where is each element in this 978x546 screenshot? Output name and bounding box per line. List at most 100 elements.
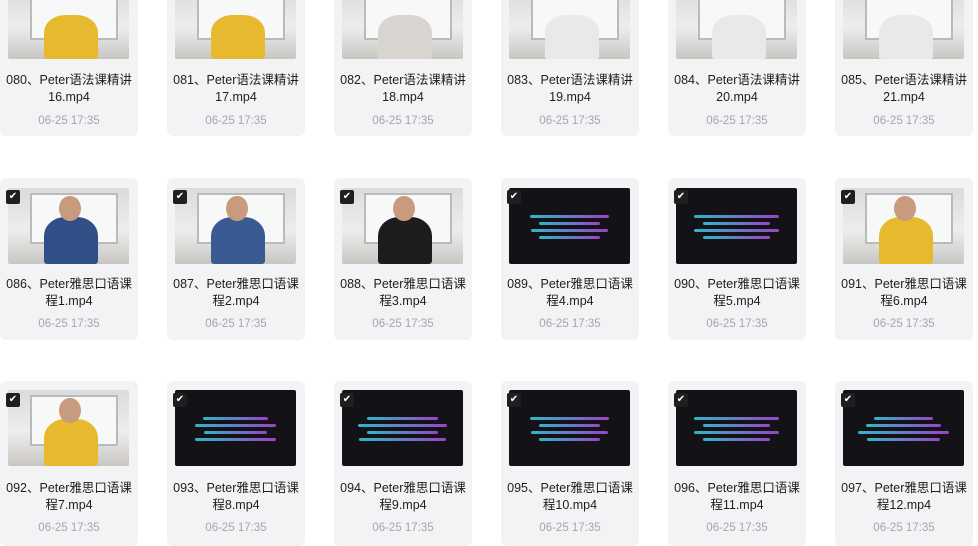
file-name: 093、Peter雅思口语课程8.mp4 (173, 481, 299, 512)
file-card[interactable]: 080、Peter语法课精讲16.mp4 06-25 17:35 (0, 0, 138, 136)
presenter-figure (211, 216, 265, 264)
file-card[interactable]: ✔ 096、Peter雅思口语课程11.mp4 06-25 17:35 (668, 381, 806, 546)
presenter-figure (378, 14, 432, 59)
select-checkbox-icon[interactable]: ✔ (173, 393, 187, 407)
file-date: 06-25 17:35 (38, 115, 100, 127)
file-card[interactable]: ✔ 093、Peter雅思口语课程8.mp4 06-25 17:35 (167, 381, 305, 546)
video-thumbnail[interactable] (342, 0, 463, 59)
presenter-figure (44, 216, 98, 264)
presenter-figure (44, 418, 98, 466)
file-name: 089、Peter雅思口语课程4.mp4 (507, 277, 633, 308)
subtitle-frame (676, 390, 797, 466)
file-card[interactable]: 084、Peter语法课精讲20.mp4 06-25 17:35 (668, 0, 806, 136)
video-thumbnail[interactable] (843, 390, 964, 466)
select-checkbox-icon[interactable]: ✔ (340, 393, 354, 407)
video-thumbnail[interactable] (8, 0, 129, 59)
video-thumbnail[interactable] (342, 390, 463, 466)
file-date: 06-25 17:35 (539, 522, 601, 534)
select-checkbox-icon[interactable]: ✔ (841, 393, 855, 407)
whiteboard-scene (8, 0, 129, 59)
presenter-figure (378, 216, 432, 264)
file-date: 06-25 17:35 (205, 522, 267, 534)
file-card[interactable]: 081、Peter语法课精讲17.mp4 06-25 17:35 (167, 0, 305, 136)
file-name: 082、Peter语法课精讲18.mp4 (340, 73, 466, 104)
file-name: 097、Peter雅思口语课程12.mp4 (841, 481, 967, 512)
file-date: 06-25 17:35 (706, 522, 768, 534)
file-date: 06-25 17:35 (539, 318, 601, 330)
file-date: 06-25 17:35 (873, 318, 935, 330)
file-date: 06-25 17:35 (873, 522, 935, 534)
presenter-figure (545, 14, 599, 59)
subtitle-frame (509, 188, 630, 264)
file-card[interactable]: ✔ 095、Peter雅思口语课程10.mp4 06-25 17:35 (501, 381, 639, 546)
file-name: 087、Peter雅思口语课程2.mp4 (173, 277, 299, 308)
file-date: 06-25 17:35 (706, 318, 768, 330)
select-checkbox-icon[interactable]: ✔ (507, 393, 521, 407)
video-thumbnail[interactable] (175, 188, 296, 264)
presenter-head (392, 195, 415, 222)
file-name: 094、Peter雅思口语课程9.mp4 (340, 481, 466, 512)
file-card[interactable]: 085、Peter语法课精讲21.mp4 06-25 17:35 (835, 0, 973, 136)
video-thumbnail[interactable] (509, 390, 630, 466)
presenter-figure (211, 14, 265, 59)
video-thumbnail[interactable] (676, 188, 797, 264)
file-name: 090、Peter雅思口语课程5.mp4 (674, 277, 800, 308)
file-date: 06-25 17:35 (539, 115, 601, 127)
file-date: 06-25 17:35 (205, 115, 267, 127)
file-name: 086、Peter雅思口语课程1.mp4 (6, 277, 132, 308)
file-card[interactable]: ✔ 097、Peter雅思口语课程12.mp4 06-25 17:35 (835, 381, 973, 546)
file-card[interactable]: ✔ 092、Peter雅思口语课程7.mp4 06-25 17:35 (0, 381, 138, 546)
select-checkbox-icon[interactable]: ✔ (340, 190, 354, 204)
select-checkbox-icon[interactable]: ✔ (507, 190, 521, 204)
whiteboard-scene (843, 0, 964, 59)
file-date: 06-25 17:35 (38, 318, 100, 330)
file-grid: 080、Peter语法课精讲16.mp4 06-25 17:35 081、Peter… (0, 0, 978, 546)
video-thumbnail[interactable] (8, 390, 129, 466)
file-name: 096、Peter雅思口语课程11.mp4 (674, 481, 800, 512)
video-thumbnail[interactable] (175, 0, 296, 59)
file-name: 083、Peter语法课精讲19.mp4 (507, 73, 633, 104)
whiteboard-scene (175, 0, 296, 59)
subtitle-frame (175, 390, 296, 466)
file-card[interactable]: ✔ 090、Peter雅思口语课程5.mp4 06-25 17:35 (668, 178, 806, 340)
subtitle-frame (342, 390, 463, 466)
video-thumbnail[interactable] (843, 0, 964, 59)
select-checkbox-icon[interactable]: ✔ (173, 190, 187, 204)
select-checkbox-icon[interactable]: ✔ (6, 393, 20, 407)
file-name: 092、Peter雅思口语课程7.mp4 (6, 481, 132, 512)
video-thumbnail[interactable] (676, 390, 797, 466)
file-card[interactable]: ✔ 094、Peter雅思口语课程9.mp4 06-25 17:35 (334, 381, 472, 546)
file-name: 095、Peter雅思口语课程10.mp4 (507, 481, 633, 512)
subtitle-frame (843, 390, 964, 466)
file-card[interactable]: ✔ 087、Peter雅思口语课程2.mp4 06-25 17:35 (167, 178, 305, 340)
video-thumbnail[interactable] (175, 390, 296, 466)
select-checkbox-icon[interactable]: ✔ (674, 190, 688, 204)
select-checkbox-icon[interactable]: ✔ (6, 190, 20, 204)
video-thumbnail[interactable] (843, 188, 964, 264)
file-card[interactable]: ✔ 089、Peter雅思口语课程4.mp4 06-25 17:35 (501, 178, 639, 340)
file-date: 06-25 17:35 (873, 115, 935, 127)
video-thumbnail[interactable] (342, 188, 463, 264)
file-date: 06-25 17:35 (706, 115, 768, 127)
file-card[interactable]: 083、Peter语法课精讲19.mp4 06-25 17:35 (501, 0, 639, 136)
file-date: 06-25 17:35 (372, 318, 434, 330)
video-thumbnail[interactable] (509, 0, 630, 59)
file-card[interactable]: 082、Peter语法课精讲18.mp4 06-25 17:35 (334, 0, 472, 136)
file-card[interactable]: ✔ 086、Peter雅思口语课程1.mp4 06-25 17:35 (0, 178, 138, 340)
whiteboard-scene (8, 188, 129, 264)
video-thumbnail[interactable] (8, 188, 129, 264)
file-name: 085、Peter语法课精讲21.mp4 (841, 73, 967, 104)
video-thumbnail[interactable] (676, 0, 797, 59)
whiteboard-scene (509, 0, 630, 59)
presenter-head (58, 397, 81, 424)
presenter-figure (712, 14, 766, 59)
file-date: 06-25 17:35 (372, 115, 434, 127)
file-card[interactable]: ✔ 091、Peter雅思口语课程6.mp4 06-25 17:35 (835, 178, 973, 340)
file-name: 080、Peter语法课精讲16.mp4 (6, 73, 132, 104)
whiteboard-scene (342, 0, 463, 59)
select-checkbox-icon[interactable]: ✔ (841, 190, 855, 204)
video-thumbnail[interactable] (509, 188, 630, 264)
file-card[interactable]: ✔ 088、Peter雅思口语课程3.mp4 06-25 17:35 (334, 178, 472, 340)
presenter-figure (44, 14, 98, 59)
select-checkbox-icon[interactable]: ✔ (674, 393, 688, 407)
